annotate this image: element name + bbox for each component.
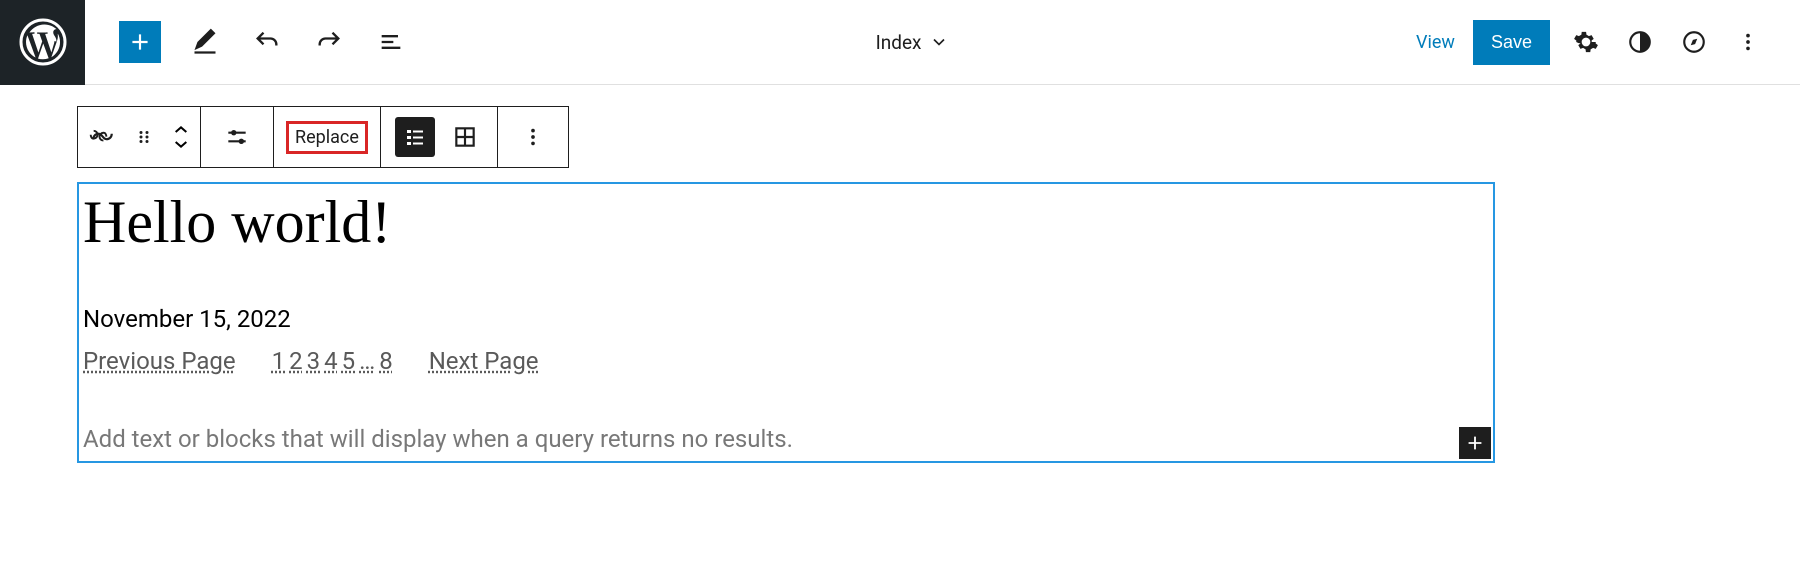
post-date[interactable]: November 15, 2022 — [83, 305, 1493, 333]
drag-icon — [135, 128, 153, 146]
document-title-dropdown[interactable]: Index — [409, 31, 1416, 54]
grid-layout-icon — [452, 124, 478, 150]
edit-tool-button[interactable] — [187, 24, 223, 60]
half-circle-icon — [1627, 29, 1653, 55]
page-number[interactable]: 2 — [289, 347, 303, 375]
page-ellipsis: … — [359, 347, 375, 375]
list-icon — [377, 28, 405, 56]
page-number[interactable]: 4 — [324, 347, 338, 375]
chevron-up-icon[interactable] — [173, 125, 189, 135]
pagination-prev[interactable]: Previous Page — [83, 347, 236, 375]
undo-button[interactable] — [249, 24, 285, 60]
gear-icon — [1573, 29, 1599, 55]
page-number[interactable]: 5 — [342, 347, 356, 375]
pagination: Previous Page 1 2 3 4 5 … 8 Next Page — [83, 347, 1493, 375]
move-buttons — [162, 107, 200, 167]
query-loop-icon — [89, 124, 115, 150]
query-loop-block[interactable]: Hello world! November 15, 2022 Previous … — [77, 182, 1495, 463]
kebab-icon — [522, 126, 544, 148]
wordpress-icon — [19, 18, 67, 66]
block-inserter-button[interactable] — [119, 21, 161, 63]
settings-button[interactable] — [1568, 24, 1604, 60]
kebab-icon — [1737, 31, 1759, 53]
layout-grid-button[interactable] — [441, 107, 489, 167]
save-button[interactable]: Save — [1473, 20, 1550, 65]
editor-top-bar: Index View Save — [0, 0, 1800, 85]
document-overview-button[interactable] — [373, 24, 409, 60]
redo-icon — [315, 28, 343, 56]
sliders-icon — [224, 124, 250, 150]
navigation-button[interactable] — [1676, 24, 1712, 60]
redo-button[interactable] — [311, 24, 347, 60]
undo-icon — [253, 28, 281, 56]
replace-button[interactable]: Replace — [274, 127, 380, 148]
plus-icon — [127, 29, 153, 55]
document-title: Index — [876, 31, 922, 54]
block-type-button[interactable] — [78, 107, 126, 167]
pagination-numbers: 1 2 3 4 5 … 8 — [272, 347, 393, 375]
page-number[interactable]: 3 — [307, 347, 321, 375]
display-settings-button[interactable] — [201, 107, 273, 167]
chevron-down-icon[interactable] — [173, 139, 189, 149]
plus-icon — [1464, 432, 1486, 454]
list-layout-icon — [403, 125, 427, 149]
more-options-button[interactable] — [1730, 24, 1766, 60]
topbar-left-tools — [85, 21, 409, 63]
topbar-right-tools: View Save — [1416, 20, 1800, 65]
block-more-options[interactable] — [498, 107, 568, 167]
replace-label: Replace — [286, 121, 368, 154]
page-number[interactable]: 8 — [379, 347, 393, 375]
page-number[interactable]: 1 — [272, 347, 286, 375]
drag-handle[interactable] — [126, 107, 162, 167]
wordpress-logo[interactable] — [0, 0, 85, 85]
add-block-inline-button[interactable] — [1459, 427, 1491, 459]
layout-list-button[interactable] — [395, 117, 435, 157]
block-toolbar: Replace — [77, 106, 569, 168]
post-title[interactable]: Hello world! — [83, 188, 1493, 257]
no-results-placeholder[interactable]: Add text or blocks that will display whe… — [83, 425, 1493, 453]
pagination-next[interactable]: Next Page — [429, 347, 539, 375]
compass-icon — [1681, 29, 1707, 55]
view-link[interactable]: View — [1416, 32, 1455, 53]
styles-button[interactable] — [1622, 24, 1658, 60]
pencil-icon — [191, 28, 219, 56]
chevron-down-icon — [929, 32, 949, 52]
